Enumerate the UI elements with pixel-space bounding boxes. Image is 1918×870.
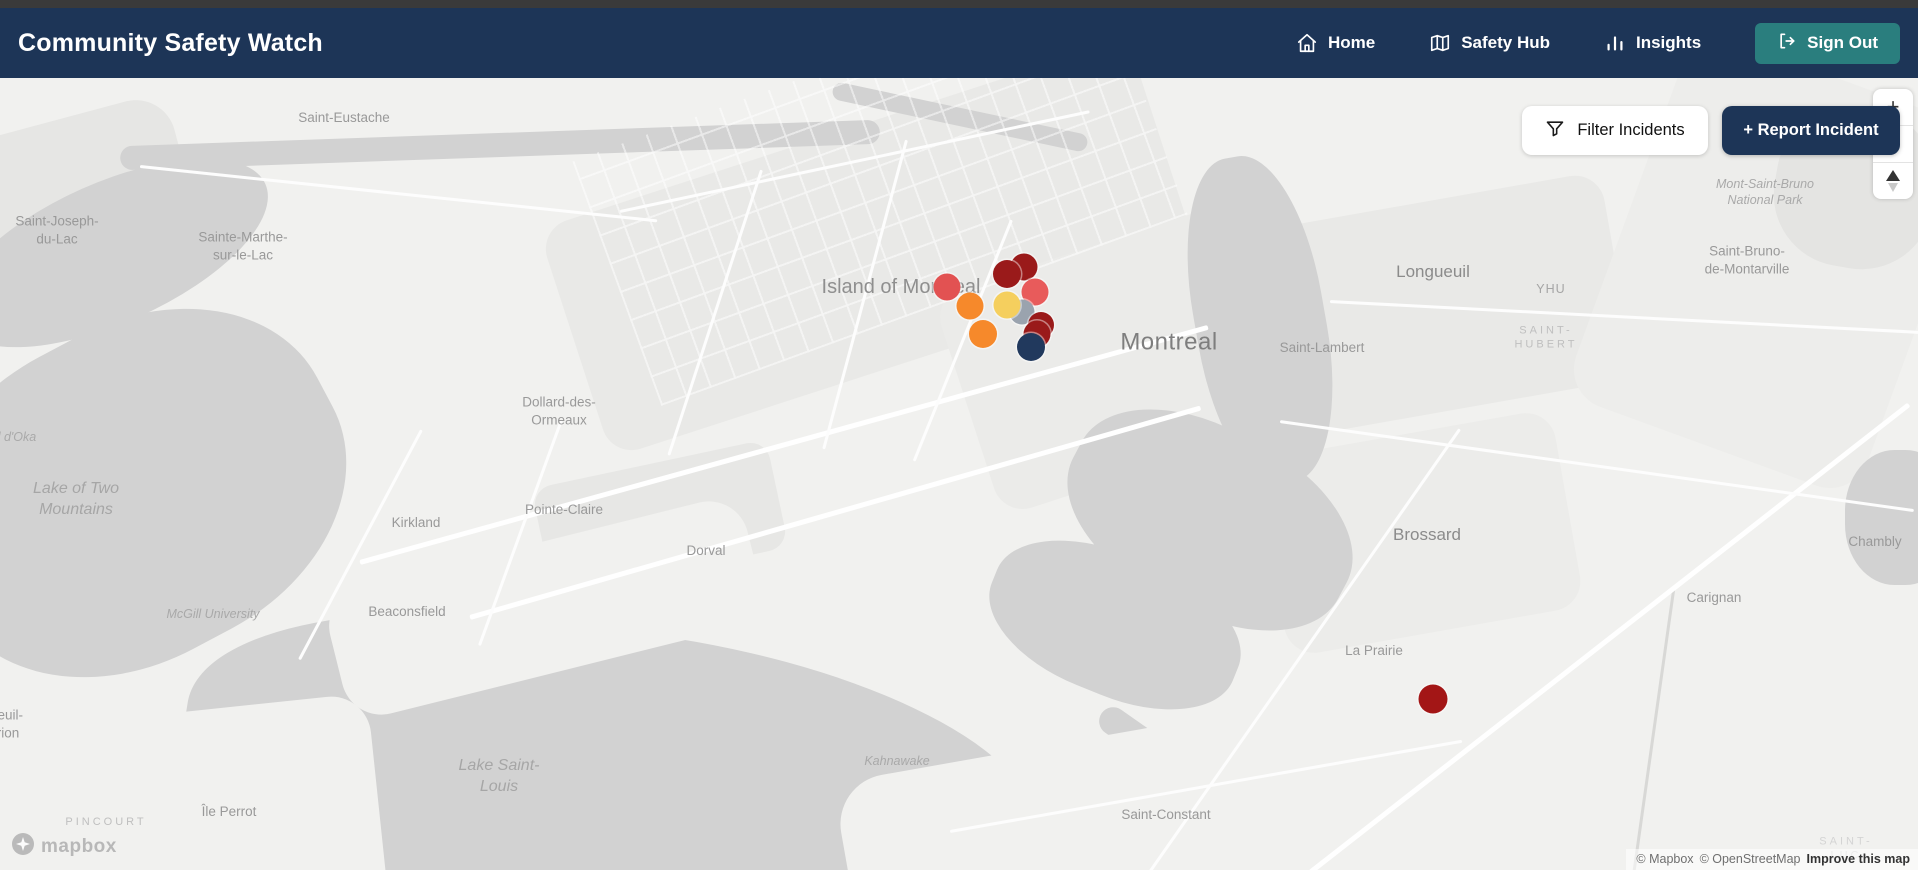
nav-insights-label: Insights: [1636, 33, 1702, 52]
incident-marker[interactable]: [969, 320, 997, 348]
compass-button[interactable]: [1873, 162, 1913, 199]
map-icon: [1429, 32, 1451, 54]
incident-marker[interactable]: [993, 260, 1021, 288]
map-place-label: Kirkland: [391, 515, 441, 531]
incident-marker[interactable]: [1017, 333, 1045, 361]
attribution-osm-link[interactable]: © OpenStreetMap: [1700, 852, 1801, 866]
map-canvas[interactable]: Saint-Eustache Saint-Joseph- du-Lac Sainte…: [0, 78, 1918, 870]
map-place-label: Saint-Eustache: [298, 110, 390, 126]
app-title: Community Safety Watch: [18, 28, 323, 57]
compass-needle-down-icon: [1888, 183, 1898, 192]
incident-marker[interactable]: [933, 273, 961, 301]
filter-incidents-button[interactable]: Filter Incidents: [1522, 106, 1708, 155]
attribution-mapbox-link[interactable]: © Mapbox: [1636, 852, 1693, 866]
filter-incidents-label: Filter Incidents: [1577, 121, 1685, 139]
incident-marker[interactable]: [993, 291, 1021, 319]
home-icon: [1296, 32, 1318, 54]
logout-icon: [1777, 31, 1797, 56]
report-incident-button[interactable]: + Report Incident: [1722, 106, 1900, 155]
mapbox-logo[interactable]: mapbox: [10, 831, 117, 862]
map-attribution: © Mapbox © OpenStreetMap Improve this ma…: [1626, 849, 1918, 870]
map-place-label: Carignan: [1686, 590, 1742, 606]
main-nav: Home Safety Hub Insights Sign Out: [1296, 22, 1918, 64]
report-incident-label: + Report Incident: [1743, 121, 1879, 139]
map-water-chambly-basin: [1845, 450, 1918, 585]
improve-this-map-link[interactable]: Improve this map: [1807, 852, 1911, 866]
incident-marker[interactable]: [1418, 684, 1448, 714]
incident-marker[interactable]: [956, 292, 984, 320]
compass-needle-up-icon: [1886, 170, 1900, 181]
map-water-richelieu: [1631, 589, 1676, 870]
window-top-strip: [0, 0, 1918, 8]
funnel-icon: [1545, 118, 1565, 143]
bar-chart-icon: [1604, 32, 1626, 54]
nav-item-safety-hub[interactable]: Safety Hub: [1429, 32, 1550, 54]
sign-out-button[interactable]: Sign Out: [1755, 22, 1900, 64]
nav-item-insights[interactable]: Insights: [1604, 32, 1701, 54]
nav-home-label: Home: [1327, 33, 1376, 52]
nav-safety-hub-label: Safety Hub: [1461, 33, 1550, 52]
sign-out-label: Sign Out: [1807, 33, 1878, 52]
mapbox-logo-icon: [10, 831, 36, 862]
nav-item-home[interactable]: Home: [1296, 32, 1375, 54]
mapbox-logo-word: mapbox: [41, 835, 117, 857]
app-header: Community Safety Watch Home Safety Hub I…: [0, 8, 1918, 78]
